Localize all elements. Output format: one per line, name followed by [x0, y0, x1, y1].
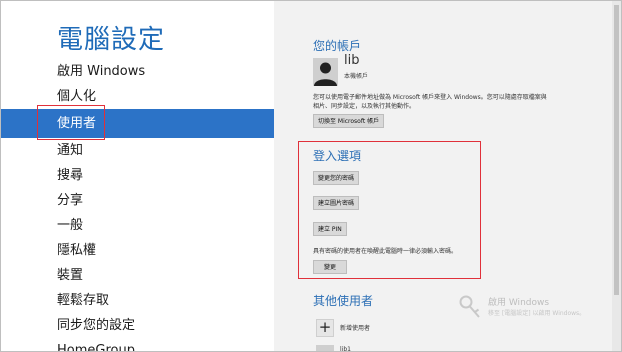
pc-settings-window: 電腦設定 啟用 Windows 個人化 使用者 通知 搜尋 分享 一般 隱私權 …: [0, 0, 622, 352]
switch-microsoft-account-button[interactable]: 切換至 Microsoft 帳戶: [313, 114, 385, 128]
account-description-line1: 您可以使用電子郵件地址做為 Microsoft 帳戶來登入 Windows。您可…: [313, 94, 547, 101]
nav-item-privacy[interactable]: 隱私權: [1, 238, 274, 263]
change-wake-button[interactable]: 變更: [313, 260, 347, 274]
add-user-label[interactable]: 新增使用者: [340, 323, 370, 332]
left-pane: 電腦設定 啟用 Windows 個人化 使用者 通知 搜尋 分享 一般 隱私權 …: [1, 1, 274, 351]
account-section-title: 您的帳戶: [313, 39, 362, 53]
nav-item-homegroup[interactable]: HomeGroup: [1, 338, 274, 351]
right-pane: 您的帳戶 lib 本機帳戶 您可以使用電子郵件地址做為 Microsoft 帳戶…: [274, 1, 621, 351]
other-users-section-title: 其他使用者: [313, 294, 374, 308]
nav-item-sync-settings[interactable]: 同步您的設定: [1, 313, 274, 338]
other-user-avatar[interactable]: [316, 345, 334, 351]
page-title: 電腦設定: [57, 25, 166, 55]
account-description-line2: 相片、同步設定，以及執行其他動作。: [313, 103, 416, 110]
settings-nav: 啟用 Windows 個人化 使用者 通知 搜尋 分享 一般 隱私權 裝置 輕鬆…: [1, 59, 274, 351]
other-user-name[interactable]: lib1: [340, 346, 351, 351]
create-pin-button[interactable]: 建立 PIN: [313, 222, 347, 236]
change-password-button[interactable]: 變更您的密碼: [313, 171, 360, 185]
nav-item-share[interactable]: 分享: [1, 188, 274, 213]
key-icon: [459, 295, 480, 318]
nav-item-search[interactable]: 搜尋: [1, 163, 274, 188]
nav-item-activate-windows[interactable]: 啟用 Windows: [1, 59, 274, 84]
user-name: lib: [344, 53, 360, 68]
nav-item-ease-of-access[interactable]: 輕鬆存取: [1, 288, 274, 313]
account-type: 本機帳戶: [344, 73, 369, 80]
scrollbar-thumb[interactable]: [614, 5, 619, 295]
user-silhouette-icon: [314, 62, 337, 86]
nav-item-general[interactable]: 一般: [1, 213, 274, 238]
add-user-icon[interactable]: +: [316, 319, 334, 337]
create-picture-password-button[interactable]: 建立圖片密碼: [313, 196, 360, 210]
nav-item-notifications[interactable]: 通知: [1, 138, 274, 163]
signin-section-title: 登入選項: [313, 149, 362, 163]
highlight-box-users: [37, 105, 105, 140]
nav-item-devices[interactable]: 裝置: [1, 263, 274, 288]
vertical-scrollbar[interactable]: [612, 1, 621, 351]
activate-windows-watermark-subtitle: 移至 [電腦設定] 以啟用 Windows。: [488, 310, 586, 317]
activate-windows-watermark-title: 啟用 Windows: [488, 298, 550, 308]
avatar: [313, 58, 338, 86]
wake-password-text: 具有密碼的使用者在喚醒此電腦時一律必須輸入密碼。: [313, 248, 458, 255]
